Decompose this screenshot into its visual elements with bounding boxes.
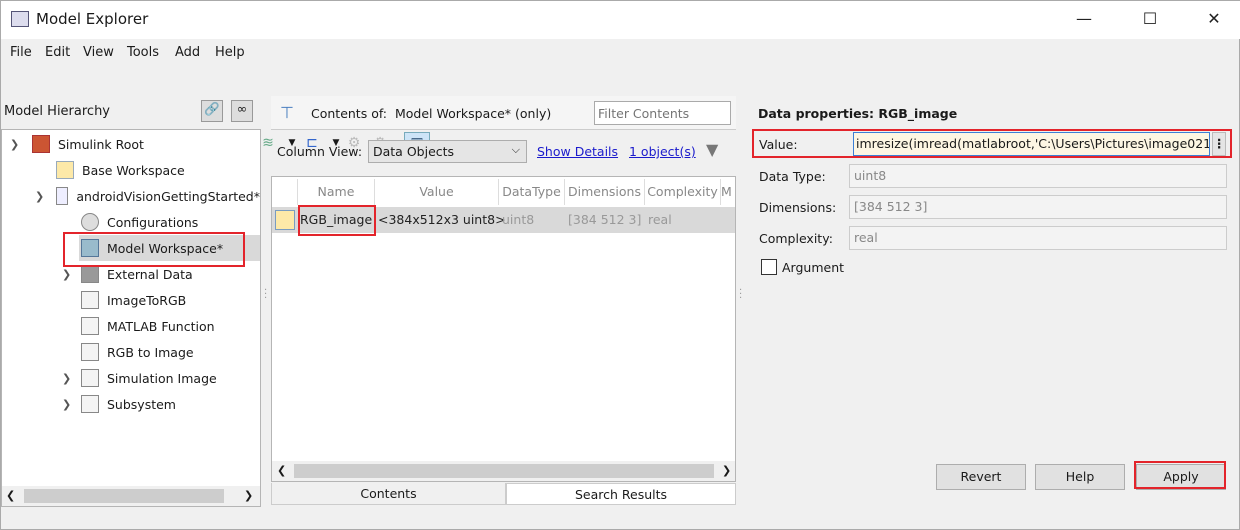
help-button[interactable]: Help bbox=[1035, 464, 1125, 490]
cell-value: <384x512x3 uint8> bbox=[378, 212, 506, 227]
dimensions-label: Dimensions: bbox=[759, 200, 837, 215]
tree-item-subsystem[interactable]: ❯ Subsystem bbox=[2, 391, 260, 417]
highlight-box bbox=[63, 232, 245, 267]
value-input[interactable]: imresize(imread(matlabroot,'C:\Users\Pic… bbox=[853, 132, 1210, 156]
minimize-button[interactable]: — bbox=[1061, 9, 1107, 31]
more-options-icon[interactable]: ⋮ bbox=[1212, 132, 1226, 156]
app-icon bbox=[11, 11, 29, 27]
tree-item-label: MATLAB Function bbox=[107, 318, 215, 334]
column-header-datatype[interactable]: DataType bbox=[499, 179, 565, 205]
tree-item-label: androidVisionGettingStarted* bbox=[76, 188, 260, 204]
column-header-value[interactable]: Value bbox=[375, 179, 499, 205]
datatype-label: Data Type: bbox=[759, 169, 826, 184]
title-bar: Model Explorer — ☐ ✕ bbox=[1, 1, 1240, 39]
tree-item-rgb-to-image[interactable]: RGB to Image bbox=[2, 339, 260, 365]
argument-checkbox[interactable] bbox=[761, 259, 777, 275]
column-header-complexity[interactable]: Complexity bbox=[645, 179, 721, 205]
window-title: Model Explorer bbox=[36, 10, 149, 28]
tree-item-label: ImageToRGB bbox=[107, 292, 187, 308]
argument-label: Argument bbox=[782, 260, 845, 275]
hierarchy-icon: ⊤ bbox=[280, 103, 294, 122]
cell-complexity: real bbox=[648, 212, 672, 227]
column-header-dimensions[interactable]: Dimensions bbox=[565, 179, 645, 205]
chevron-down-icon: ⌵ bbox=[511, 143, 520, 156]
column-view-select[interactable]: Data Objects ⌵ bbox=[368, 140, 527, 163]
menu-view[interactable]: View bbox=[83, 45, 114, 60]
menu-tools[interactable]: Tools bbox=[127, 45, 159, 60]
horizontal-scrollbar[interactable]: ❮ ❯ bbox=[2, 486, 260, 506]
maximize-button[interactable]: ☐ bbox=[1127, 9, 1173, 31]
properties-title: Data properties: RGB_image bbox=[758, 106, 958, 121]
datatype-field: uint8 bbox=[849, 164, 1227, 188]
cell-datatype: uint8 bbox=[502, 212, 535, 227]
tree-item-label: RGB to Image bbox=[107, 344, 194, 360]
cell-dimensions: [384 512 3] bbox=[568, 212, 642, 227]
value-label: Value: bbox=[759, 137, 798, 152]
highlight-box bbox=[298, 205, 376, 236]
menu-file[interactable]: File bbox=[10, 45, 32, 60]
complexity-label: Complexity: bbox=[759, 231, 833, 246]
column-header-m[interactable]: M bbox=[721, 179, 735, 205]
dimensions-field: [384 512 3] bbox=[849, 195, 1227, 219]
hierarchy-title: Model Hierarchy bbox=[4, 104, 110, 119]
complexity-field: real bbox=[849, 226, 1227, 250]
tree-item-label: Base Workspace bbox=[82, 162, 185, 178]
contents-header: Contents of: Model Workspace* (only) bbox=[311, 106, 551, 121]
tab-search-results[interactable]: Search Results bbox=[506, 483, 736, 505]
tree-item-label: Simulink Root bbox=[58, 136, 144, 152]
tree-item-imagetorgb[interactable]: ImageToRGB bbox=[2, 287, 260, 313]
toolbar: ▶ ▬ ✂ ❐ ▤ ✖ ⊞ ▦ ▼ ≋ ▼ ⊏ ▼ ⚙ ⚙ ▥ bbox=[1, 65, 1240, 154]
tree-item-simulation-image[interactable]: ❯ Simulation Image bbox=[2, 365, 260, 391]
contents-scope: Model Workspace* (only) bbox=[394, 106, 552, 121]
tree-item-label: External Data bbox=[107, 266, 193, 282]
highlight-box bbox=[1134, 461, 1226, 489]
splitter-handle[interactable]: · · · bbox=[739, 286, 742, 304]
tree-item-simulink-root[interactable]: ❯ Simulink Root bbox=[2, 131, 260, 157]
filter-contents-input[interactable] bbox=[594, 101, 731, 125]
tree-item-matlab-function[interactable]: MATLAB Function bbox=[2, 313, 260, 339]
tab-contents[interactable]: Contents bbox=[271, 483, 506, 505]
link-icon[interactable]: 🔗 bbox=[201, 100, 223, 122]
splitter-handle[interactable]: · · · bbox=[264, 286, 267, 304]
column-header-name[interactable]: Name bbox=[298, 179, 375, 205]
column-view-label: Column View: bbox=[277, 144, 363, 159]
mask-icon[interactable]: ∞ bbox=[231, 100, 253, 122]
horizontal-scrollbar[interactable]: ❮ ❯ bbox=[272, 461, 735, 481]
show-details-link[interactable]: Show Details bbox=[537, 144, 618, 159]
tree-item-base-workspace[interactable]: Base Workspace bbox=[2, 157, 260, 183]
menu-help[interactable]: Help bbox=[215, 45, 245, 60]
variable-icon bbox=[275, 210, 295, 230]
menu-edit[interactable]: Edit bbox=[45, 45, 70, 60]
column-view-value: Data Objects bbox=[373, 144, 455, 159]
close-button[interactable]: ✕ bbox=[1191, 9, 1237, 31]
tree-item-label: Configurations bbox=[107, 214, 199, 230]
contents-prefix: Contents of: bbox=[311, 106, 388, 121]
menu-add[interactable]: Add bbox=[175, 45, 200, 60]
tree-item-label: Subsystem bbox=[107, 396, 176, 412]
filter-icon[interactable]: ▼ bbox=[706, 140, 718, 159]
tree-item-label: Simulation Image bbox=[107, 370, 217, 386]
tree-item-model[interactable]: ❯ androidVisionGettingStarted* bbox=[2, 183, 260, 209]
object-count-link[interactable]: 1 object(s) bbox=[629, 144, 696, 159]
model-hierarchy-tree: ❯ Simulink Root Base Workspace ❯ androidVi… bbox=[1, 129, 261, 507]
revert-button[interactable]: Revert bbox=[936, 464, 1026, 490]
